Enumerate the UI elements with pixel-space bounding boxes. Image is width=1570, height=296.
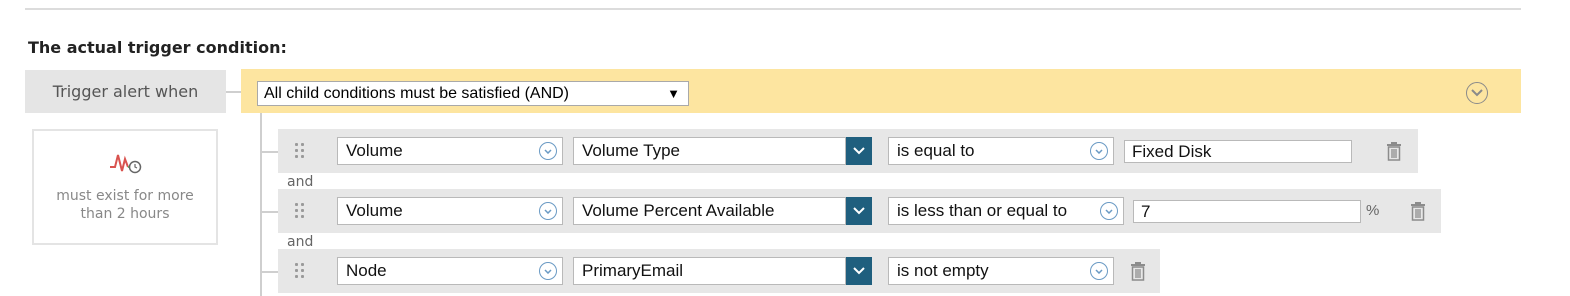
chevron-down-icon: [1090, 142, 1108, 160]
condition-row: Volume Volume Type is equal to Fixed Dis…: [278, 129, 1418, 173]
drag-handle-icon[interactable]: [295, 263, 305, 279]
field-value: Volume Percent Available: [582, 201, 775, 220]
condition-row: Node PrimaryEmail is not empty: [278, 249, 1160, 293]
field-select[interactable]: PrimaryEmail: [573, 257, 872, 285]
object-select[interactable]: Volume: [337, 197, 563, 225]
drag-handle-icon[interactable]: [295, 143, 305, 159]
duration-text-line2: than 2 hours: [80, 206, 170, 222]
object-value: Volume: [346, 201, 403, 220]
tree-branch: [262, 151, 278, 153]
field-value: Volume Type: [582, 141, 680, 160]
chevron-down-icon: [539, 142, 557, 160]
chevron-down-icon: [1100, 202, 1118, 220]
top-divider: [25, 8, 1521, 10]
group-operator-value: All child conditions must be satisfied (…: [264, 84, 570, 102]
tree-branch: [262, 211, 278, 213]
value-input[interactable]: 7: [1133, 200, 1361, 223]
operator-value: is not empty: [897, 261, 989, 280]
operator-select[interactable]: is equal to: [888, 137, 1114, 165]
and-label: and: [287, 234, 314, 250]
condition-row: Volume Volume Percent Available is less …: [278, 189, 1441, 233]
field-dropdown-button[interactable]: [846, 257, 872, 285]
dropdown-arrow-icon: ▼: [667, 86, 680, 101]
group-operator-select[interactable]: All child conditions must be satisfied (…: [257, 81, 689, 106]
chevron-down-icon: [539, 202, 557, 220]
chevron-down-icon: [539, 262, 557, 280]
field-dropdown-button[interactable]: [846, 137, 872, 165]
object-select[interactable]: Volume: [337, 137, 563, 165]
tree-branch: [262, 271, 278, 273]
trash-icon[interactable]: [1129, 261, 1147, 281]
field-value: PrimaryEmail: [582, 261, 684, 280]
drag-handle-icon[interactable]: [295, 203, 305, 219]
unit-label: %: [1366, 202, 1380, 219]
connector-line: [226, 91, 241, 93]
trigger-label: Trigger alert when: [25, 70, 226, 113]
collapse-chevron-icon[interactable]: [1466, 82, 1488, 104]
trash-icon[interactable]: [1385, 141, 1403, 161]
chevron-down-icon: [1090, 262, 1108, 280]
value-input[interactable]: Fixed Disk: [1124, 140, 1352, 163]
object-value: Node: [346, 261, 387, 280]
duration-settings[interactable]: must exist for more than 2 hours: [32, 129, 218, 245]
operator-value: is equal to: [897, 141, 975, 160]
and-label: and: [287, 174, 314, 190]
field-select[interactable]: Volume Type: [573, 137, 872, 165]
duration-wave-icon: [110, 154, 142, 174]
section-heading: The actual trigger condition:: [28, 38, 287, 57]
object-value: Volume: [346, 141, 403, 160]
field-dropdown-button[interactable]: [846, 197, 872, 225]
duration-text-line1: must exist for more: [56, 188, 194, 204]
object-select[interactable]: Node: [337, 257, 563, 285]
trash-icon[interactable]: [1409, 201, 1427, 221]
tree-vertical-line: [260, 113, 262, 296]
operator-select[interactable]: is not empty: [888, 257, 1114, 285]
operator-value: is less than or equal to: [897, 201, 1068, 220]
operator-select[interactable]: is less than or equal to: [888, 197, 1124, 225]
field-select[interactable]: Volume Percent Available: [573, 197, 872, 225]
